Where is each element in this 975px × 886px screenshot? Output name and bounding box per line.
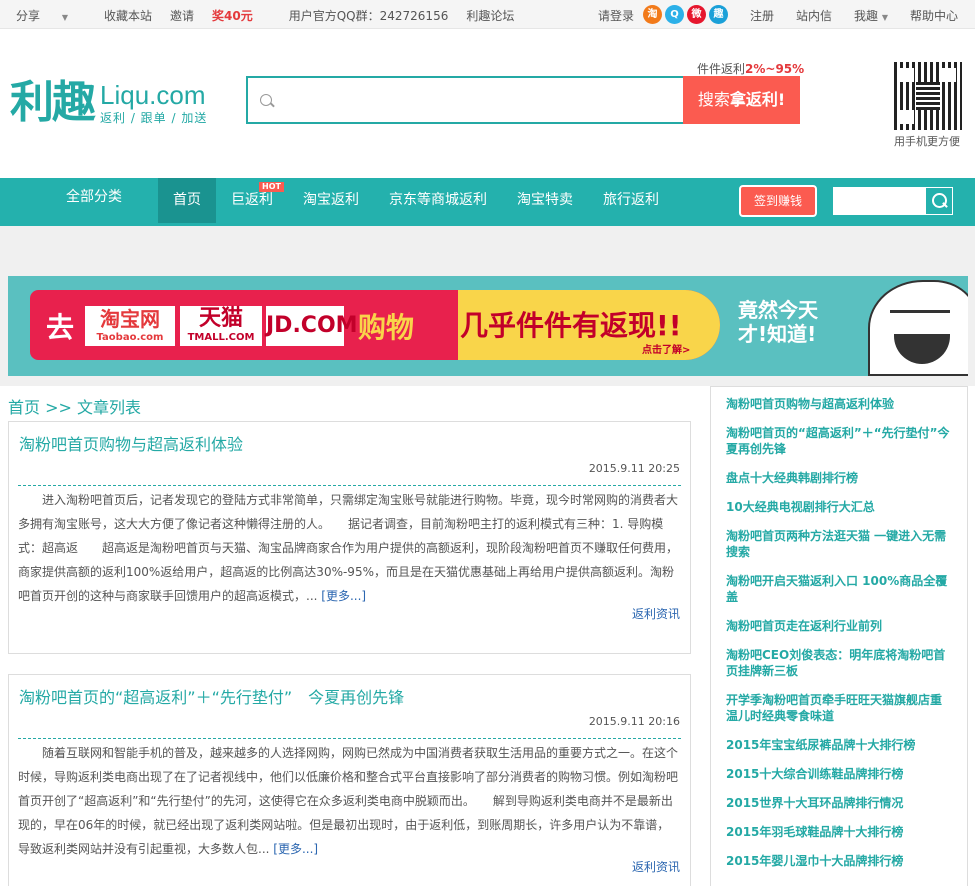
favorite-link[interactable]: 收藏本站 (104, 7, 152, 24)
nav-item-big-rebate[interactable]: 巨返利 HOT (216, 178, 288, 223)
nav-item-label: 巨返利 (231, 192, 273, 208)
nav-search-input[interactable] (833, 187, 925, 215)
banner-wow-text: 竟然今天 才!知道! (738, 298, 818, 346)
chevron-down-icon: ▼ (881, 13, 888, 22)
banner-shopping-text: 购物 (358, 311, 415, 344)
chevron-down-icon: ▼ (61, 13, 68, 22)
nav-item-jd-rebate[interactable]: 京东等商城返利 (374, 178, 502, 223)
share-label: 分享 (16, 9, 41, 23)
help-link[interactable]: 帮助中心 (910, 7, 958, 24)
article-title[interactable]: 淘粉吧首页的“超高返利”＋“先行垫付” 今夏再创先锋 (19, 684, 404, 708)
sidebar-link[interactable]: 淘粉吧首页的“超高返利”＋“先行垫付”今夏再创先锋 (726, 425, 953, 457)
site-logo[interactable]: 利趣 Liqu.com 返利 / 跟单 / 加送 (10, 78, 207, 128)
nav-item-travel-rebate[interactable]: 旅行返利 (588, 178, 674, 223)
read-more-link[interactable]: [更多...] (321, 589, 366, 603)
banner-wow-line2: 才!知道! (738, 322, 817, 346)
search-button-suffix: ! (777, 90, 786, 109)
article-category-tag[interactable]: 返利资讯 (632, 858, 680, 875)
hot-badge: HOT (259, 182, 284, 192)
invite-link[interactable]: 邀请 奖40元 (170, 7, 271, 24)
tmall-logo: 天猫 TMALL.COM (180, 306, 262, 346)
article-excerpt: 随着互联网和智能手机的普及，越来越多的人选择网购，网购已然成为中国消费者获取生活… (18, 738, 681, 861)
search-button[interactable]: 搜索拿返利! (683, 76, 800, 124)
invite-label: 邀请 (170, 9, 195, 23)
sidebar-link[interactable]: 10大经典电视剧排行大汇总 (726, 499, 953, 515)
jd-logo: JD.COM (266, 306, 358, 346)
sidebar-link[interactable]: 2015年宝宝纸尿裤品牌十大排行榜 (726, 737, 953, 753)
sign-in-earn-button[interactable]: 签到赚钱 (739, 185, 817, 217)
article-excerpt-text: 随着互联网和智能手机的普及，越来越多的人选择网购，网购已然成为中国消费者获取生活… (18, 746, 679, 856)
tmall-logo-sub: TMALL.COM (187, 332, 255, 343)
sidebar-link[interactable]: 2015年婴儿湿巾十大品牌排行榜 (726, 853, 953, 869)
search-input[interactable] (248, 78, 684, 122)
article-time: 2015.9.11 20:16 (588, 715, 680, 728)
banner-more-link[interactable]: 点击了解> (642, 341, 690, 356)
read-more-link[interactable]: [更多...] (273, 842, 318, 856)
sidebar-link[interactable]: 淘粉吧首页购物与超高返利体验 (726, 396, 953, 412)
nav-item-home[interactable]: 首页 (158, 178, 216, 223)
article-time: 2015.9.11 20:25 (588, 462, 680, 475)
breadcrumb[interactable]: 首页 >> 文章列表 (8, 394, 141, 418)
my-account-menu[interactable]: 我趣 ▼ (854, 7, 888, 24)
sidebar-link[interactable]: 2015十大综合训练鞋品牌排行榜 (726, 766, 953, 782)
invite-reward: 奖40元 (212, 9, 253, 23)
nav-item-taobao-sale[interactable]: 淘宝特卖 (502, 178, 588, 223)
article-card: 淘粉吧首页的“超高返利”＋“先行垫付” 今夏再创先锋 2015.9.11 20:… (8, 674, 691, 886)
all-categories-menu[interactable]: 全部分类 (66, 186, 122, 206)
qr-caption: 用手机更方便 (894, 135, 960, 148)
article-category-tag[interactable]: 返利资讯 (632, 605, 680, 622)
qq-icon[interactable]: Q (664, 4, 684, 24)
qzone-icon[interactable]: 趣 (708, 4, 728, 24)
article-excerpt-text: 进入淘粉吧首页后，记者发现它的登陆方式非常简单，只需绑定淘宝账号就能进行购物。毕… (18, 493, 679, 603)
forum-link[interactable]: 利趣论坛 (466, 7, 514, 24)
banner-go-text: 去 (46, 311, 75, 344)
article-title[interactable]: 淘粉吧首页购物与超高返利体验 (19, 431, 243, 455)
search-icon[interactable] (925, 187, 953, 215)
sidebar-link[interactable]: 盘点十大经典韩剧排行榜 (726, 470, 953, 486)
banner-slogan: 几乎件件有返现!! (460, 309, 682, 342)
sidebar-link[interactable]: 淘粉吧CEO刘俊表态：明年底将淘粉吧首页挂牌新三板 (726, 647, 953, 679)
sidebar-link[interactable]: 淘粉吧首页两种方法逛天猫 一键进入无需搜索 (726, 528, 953, 560)
search-button-bold: 拿返利 (729, 90, 778, 109)
taobao-logo-sub: Taobao.com (96, 332, 164, 343)
register-link[interactable]: 注册 (750, 7, 774, 24)
article-excerpt: 进入淘粉吧首页后，记者发现它的登陆方式非常简单，只需绑定淘宝账号就能进行购物。毕… (18, 485, 681, 608)
logo-domain: Liqu.com (100, 79, 206, 110)
sidebar-link[interactable]: 淘粉吧开启天猫返利入口 100%商品全覆盖 (726, 573, 953, 605)
search-icon (260, 94, 272, 106)
inbox-link[interactable]: 站内信 (796, 7, 832, 24)
login-link[interactable]: 请登录 (598, 7, 634, 24)
nav-item-taobao-rebate[interactable]: 淘宝返利 (288, 178, 374, 223)
sidebar-link[interactable]: 淘粉吧首页走在返利行业前列 (726, 618, 953, 634)
share-menu[interactable]: 分享 ▼ (16, 7, 86, 24)
promo-banner[interactable]: 去 淘宝网 Taobao.com 天猫 TMALL.COM JD.COM 购物 几乎… (8, 276, 968, 376)
top-bar: 分享 ▼ 收藏本站 邀请 奖40元 用户官方QQ群：242726156 利趣论坛 … (0, 0, 975, 29)
sidebar-link[interactable]: 开学季淘粉吧首页牵手旺旺天猫旗舰店重温儿时经典零食味道 (726, 692, 953, 724)
qr-code-icon (894, 62, 962, 130)
meme-face-image (868, 280, 968, 376)
social-login-icons: 淘 Q 微 趣 (640, 4, 728, 24)
taobao-logo-text: 淘宝网 (100, 307, 160, 331)
tmall-logo-text: 天猫 (198, 306, 243, 331)
rebate-range-value: 2%~95% (745, 62, 805, 76)
taobao-logo: 淘宝网 Taobao.com (85, 306, 175, 346)
related-articles-sidebar: 淘粉吧首页购物与超高返利体验 淘粉吧首页的“超高返利”＋“先行垫付”今夏再创先锋… (710, 386, 968, 886)
taobao-icon[interactable]: 淘 (642, 4, 662, 24)
rebate-range-text: 件件返利2%~95% (697, 60, 804, 77)
rebate-label: 件件返利 (697, 62, 746, 76)
article-card: 淘粉吧首页购物与超高返利体验 2015.9.11 20:25 进入淘粉吧首页后，… (8, 421, 691, 654)
sidebar-link[interactable]: 2015世界十大耳环品牌排行情况 (726, 795, 953, 811)
nav-search-box (833, 187, 953, 215)
search-button-prefix: 搜索 (697, 90, 730, 109)
qq-group-text: 用户官方QQ群：242726156 (288, 9, 449, 23)
my-account-label: 我趣 (853, 9, 878, 23)
weibo-icon[interactable]: 微 (686, 4, 706, 24)
logo-cn: 利趣 (10, 77, 96, 128)
main-nav: 全部分类 首页 巨返利 HOT 淘宝返利 京东等商城返利 淘宝特卖 旅行返利 (0, 178, 975, 226)
logo-slogan: 返利 / 跟单 / 加送 (100, 110, 208, 125)
banner-wow-line1: 竟然今天 (738, 298, 818, 322)
sidebar-link[interactable]: 2015年羽毛球鞋品牌十大排行榜 (726, 824, 953, 840)
